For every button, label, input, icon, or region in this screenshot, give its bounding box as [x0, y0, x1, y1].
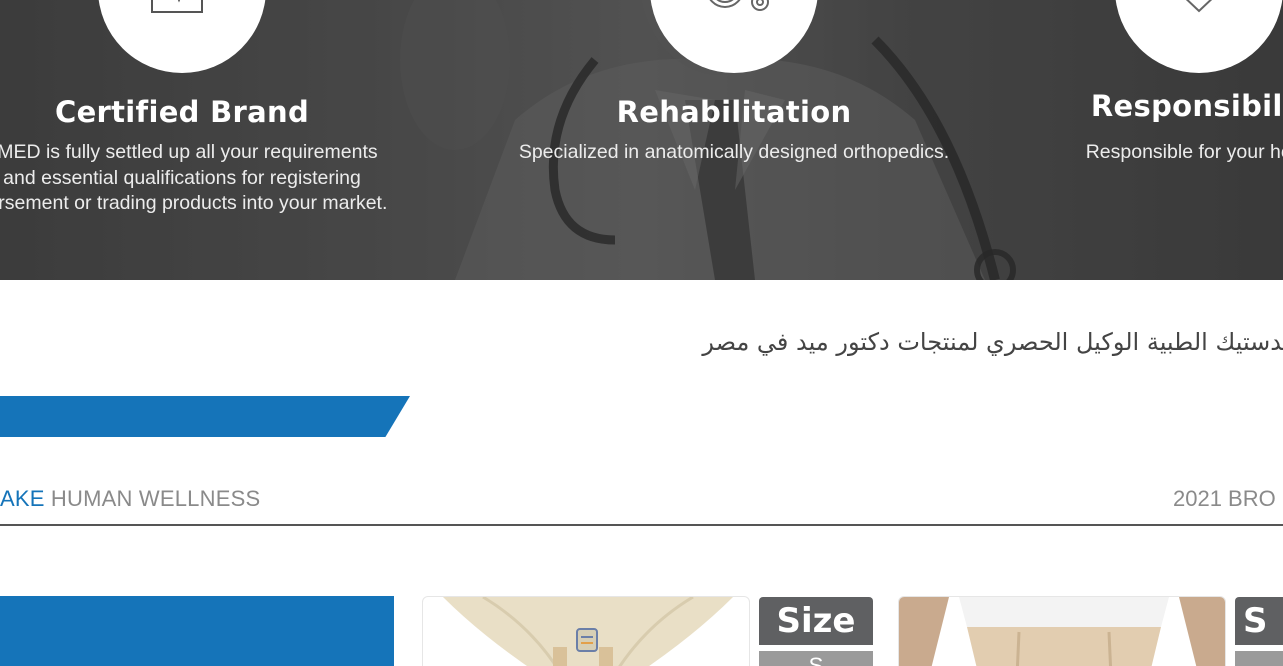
product-card-back-support[interactable]: [898, 596, 1226, 666]
product-category-panel[interactable]: [0, 596, 394, 666]
feature-description: r.MED is fully settled up all your requi…: [0, 141, 388, 214]
feature-description: Responsible for your healt: [1085, 141, 1283, 163]
tagline: AKE HUMAN WELLNESS: [0, 486, 260, 512]
size-tag: S: [1235, 597, 1283, 645]
product-card-posture-brace[interactable]: [422, 596, 750, 666]
back-support-image: [899, 597, 1225, 666]
feature-title: Responsibilit: [1090, 89, 1283, 123]
size-value: S: [759, 651, 873, 666]
tagline-rest: HUMAN WELLNESS: [44, 486, 261, 511]
feature-title: Certified Brand: [54, 95, 310, 129]
arabic-headline: ميدستيك الطبية الوكيل الحصري لمنتجات دكت…: [702, 328, 1283, 356]
brochure-label: 2021 BRO: [1173, 486, 1276, 511]
divider: [0, 524, 1283, 526]
posture-brace-image: [443, 597, 733, 666]
size-value: [1235, 651, 1283, 666]
feature-title: Rehabilitation: [616, 95, 852, 129]
hero-banner: Certified Brand r.MED is fully settled u…: [0, 0, 1283, 280]
size-tag: Size: [759, 597, 873, 645]
tagline-highlight: AKE: [0, 486, 45, 511]
blue-accent-bar: [0, 396, 410, 437]
feature-description: Specialized in anatomically designed ort…: [518, 141, 950, 163]
